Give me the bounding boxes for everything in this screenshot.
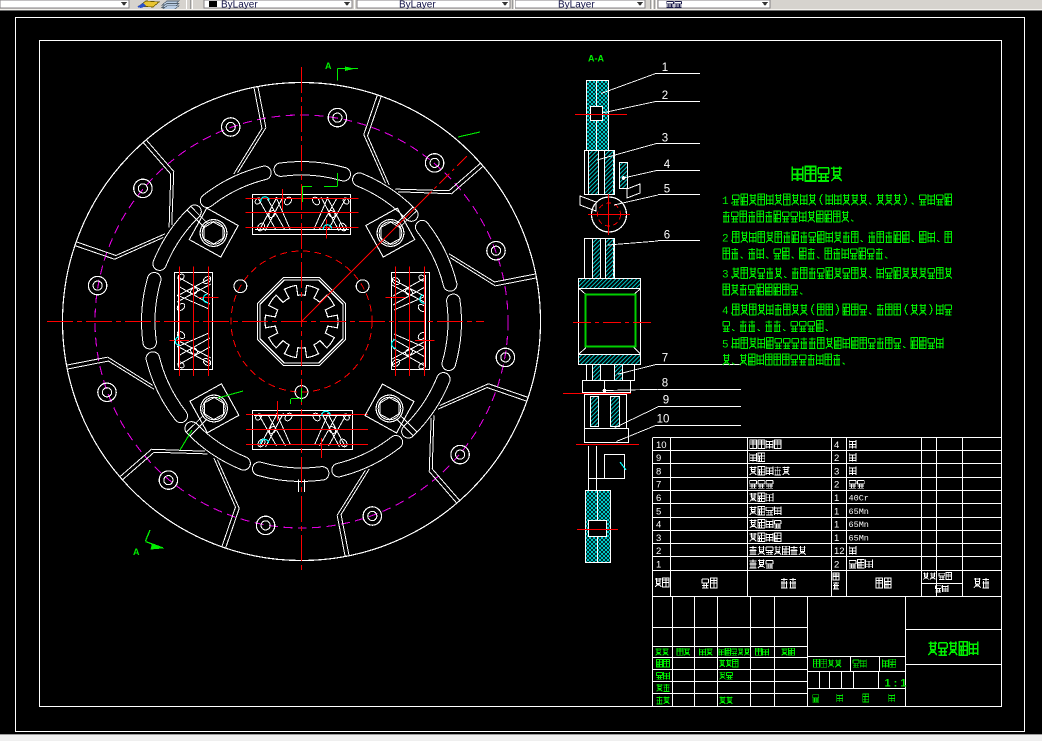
svg-text:10: 10	[657, 414, 670, 426]
svg-text:1: 1	[656, 560, 661, 571]
svg-text:12: 12	[834, 546, 845, 557]
svg-text:65Mn: 65Mn	[849, 507, 869, 517]
svg-text:40Cr: 40Cr	[849, 494, 869, 504]
svg-text:1: 1	[662, 62, 668, 74]
svg-text:4: 4	[834, 440, 839, 451]
svg-text:3: 3	[834, 466, 839, 477]
svg-text:2: 2	[834, 480, 839, 491]
svg-text:2: 2	[656, 546, 661, 557]
svg-text:5: 5	[664, 184, 670, 196]
svg-text:2: 2	[662, 90, 668, 102]
svg-text:5.: 5.	[722, 340, 735, 352]
svg-text:3: 3	[662, 133, 668, 145]
svg-text:4.: 4.	[722, 306, 735, 318]
svg-text:9: 9	[663, 395, 669, 407]
svg-text:ByLayer: ByLayer	[558, 0, 595, 11]
svg-text:7: 7	[662, 353, 668, 365]
svg-text:10: 10	[656, 440, 667, 451]
svg-text:1: 1	[834, 506, 839, 517]
svg-text:65Mn: 65Mn	[849, 520, 869, 530]
svg-text:7: 7	[656, 480, 661, 491]
svg-text:A-A: A-A	[588, 54, 604, 64]
svg-text:6: 6	[656, 493, 661, 504]
svg-text:2: 2	[834, 560, 839, 571]
svg-text:A: A	[325, 61, 332, 71]
svg-text:1 : 1: 1 : 1	[885, 678, 907, 690]
svg-text:1: 1	[834, 533, 839, 544]
svg-text:9: 9	[656, 453, 661, 464]
svg-text:3.: 3.	[722, 270, 735, 282]
svg-text:5: 5	[656, 506, 661, 517]
svg-text:A: A	[133, 547, 140, 557]
svg-text:6: 6	[664, 230, 670, 242]
svg-text:8: 8	[656, 466, 661, 477]
svg-text:3: 3	[656, 533, 661, 544]
svg-text:ByLayer: ByLayer	[221, 0, 258, 11]
svg-text:4: 4	[656, 520, 661, 531]
svg-text:1: 1	[834, 520, 839, 531]
svg-text:ByLayer: ByLayer	[399, 0, 436, 11]
svg-text:65Mn: 65Mn	[849, 533, 869, 543]
svg-text:2.: 2.	[722, 234, 735, 246]
svg-text:8: 8	[662, 378, 668, 390]
svg-text:1: 1	[834, 493, 839, 504]
svg-text:4: 4	[664, 159, 671, 171]
svg-text:2: 2	[834, 453, 839, 464]
